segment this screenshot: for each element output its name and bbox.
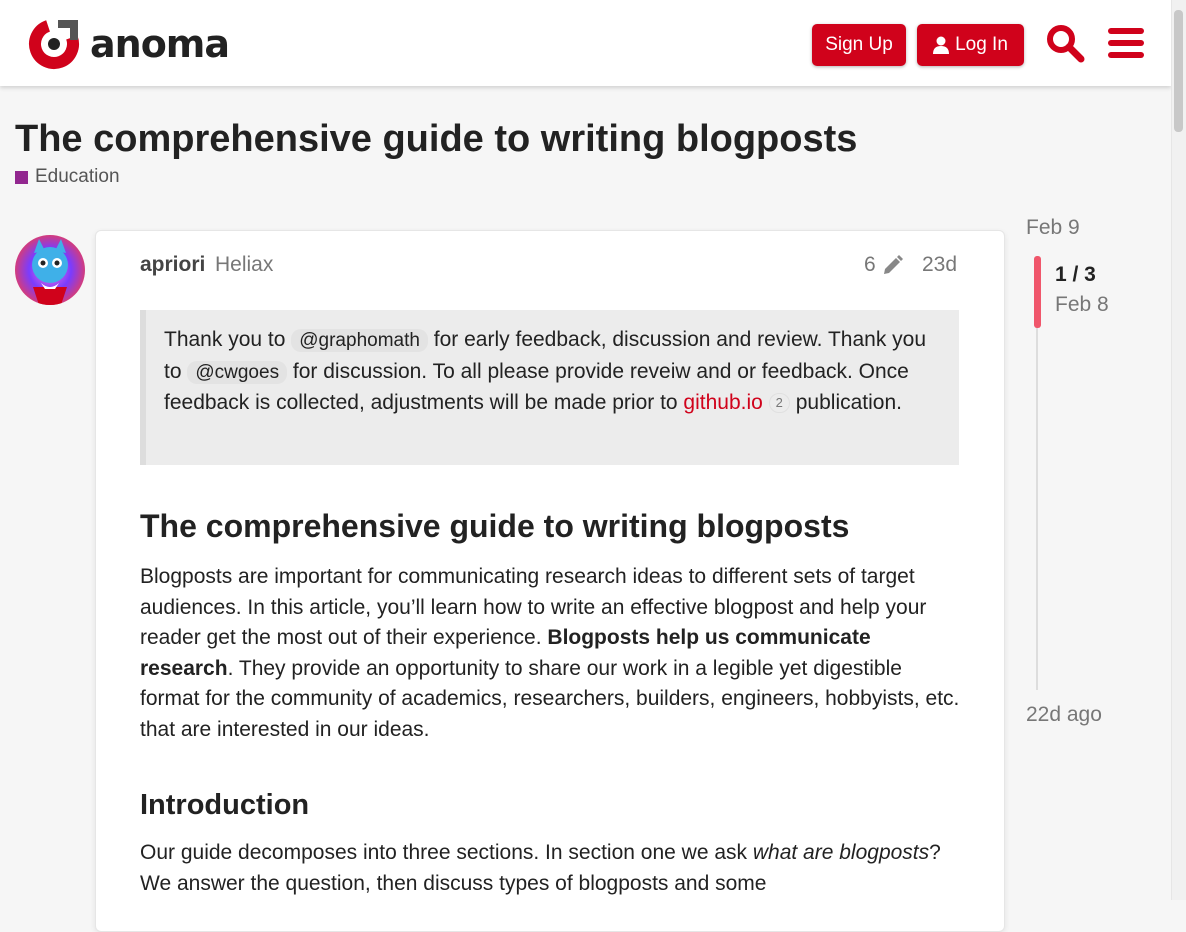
sign-up-button[interactable]: Sign Up	[812, 24, 906, 66]
sign-up-label: Sign Up	[825, 34, 893, 55]
category-label: Education	[35, 166, 120, 187]
avatar[interactable]	[15, 235, 85, 305]
para2-italic-text: what are blogposts	[752, 841, 930, 864]
scrollbar-thumb[interactable]	[1174, 10, 1183, 132]
category-color-square	[15, 170, 28, 184]
mention-cwgoes[interactable]: @cwgoes	[187, 360, 288, 384]
log-in-button[interactable]: Log In	[917, 24, 1024, 66]
category-badge[interactable]: Education	[15, 166, 120, 188]
timeline-current-date: Feb 8	[1055, 293, 1109, 316]
site-logo[interactable]: anoma	[28, 16, 230, 72]
quote-text-4: publication.	[789, 391, 902, 414]
blockquote-text: Thank you to @graphomath for early feedb…	[164, 325, 944, 419]
post-date[interactable]: 23d	[922, 253, 957, 277]
timeline-position: 1 / 3	[1055, 263, 1096, 286]
edit-history-button[interactable]: 6	[864, 253, 904, 277]
post-username[interactable]: apriori	[140, 253, 205, 277]
topic-title[interactable]: The comprehensive guide to writing blogp…	[15, 118, 857, 161]
post-heading: The comprehensive guide to writing blogp…	[140, 508, 850, 544]
mention-graphomath[interactable]: @graphomath	[291, 329, 428, 352]
anoma-logo-icon	[29, 19, 79, 69]
timeline-start-date[interactable]: Feb 9	[1026, 216, 1080, 240]
search-button[interactable]	[1044, 22, 1086, 64]
post-subheading-introduction: Introduction	[140, 789, 310, 821]
post-user-title: Heliax	[215, 253, 274, 276]
user-icon	[933, 36, 950, 54]
timeline-end-date[interactable]: 22d ago	[1026, 703, 1102, 727]
quote-text-1: Thank you to	[164, 328, 292, 351]
log-in-label: Log In	[955, 34, 1008, 55]
page-scrollbar[interactable]	[1171, 0, 1186, 900]
post-paragraph-1: Blogposts are important for communicatin…	[140, 562, 962, 745]
pencil-icon	[883, 255, 903, 274]
para1-text-2: . They provide an opportunity to share o…	[140, 656, 960, 741]
github-io-link[interactable]: github.io	[683, 391, 762, 414]
logo-text: anoma	[90, 22, 230, 66]
edit-count: 6	[864, 253, 876, 276]
link-click-count: 2	[768, 393, 790, 413]
post-paragraph-2: Our guide decomposes into three sections…	[140, 838, 962, 899]
para2-text-1: Our guide decomposes into three sections…	[140, 841, 753, 864]
search-icon	[1047, 25, 1085, 63]
user-avatar-image	[15, 235, 85, 305]
hamburger-menu-button[interactable]	[1105, 22, 1147, 64]
hamburger-menu-icon	[1108, 28, 1144, 58]
site-header: anoma Sign Up Log In	[0, 0, 1171, 86]
timeline-scroller-handle[interactable]	[1034, 256, 1041, 328]
